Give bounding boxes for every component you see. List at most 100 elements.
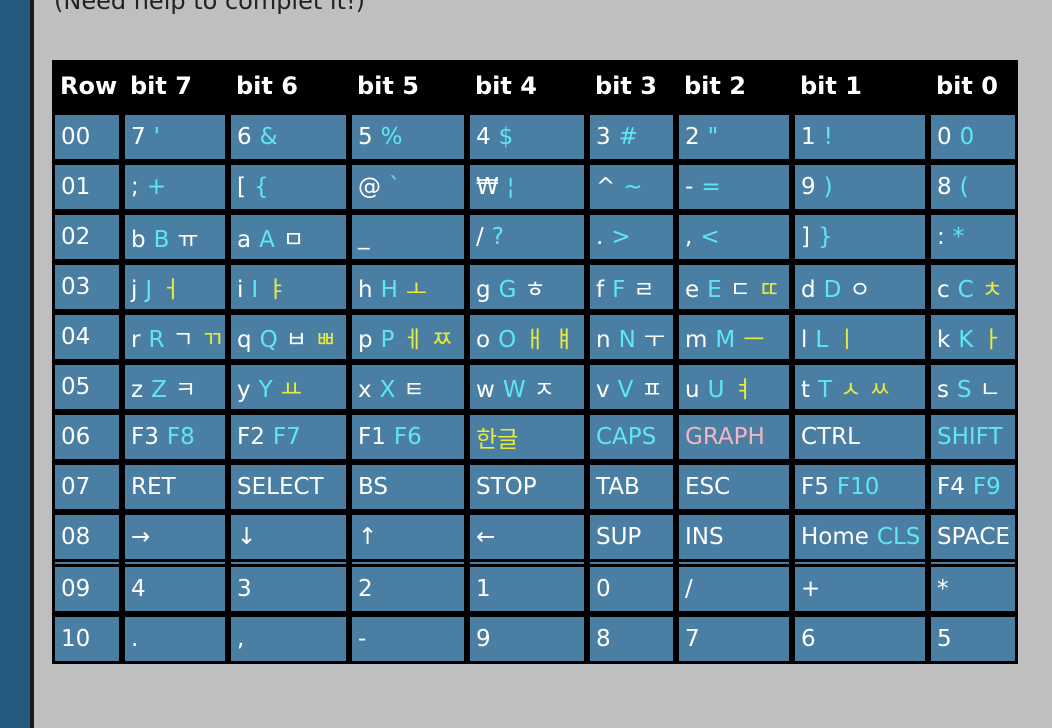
key-legend: ㄱ — [172, 327, 194, 353]
key-legend: ㅈ — [533, 377, 555, 403]
key-cell: STOP — [467, 462, 587, 512]
header-bit-4: bit 4 — [475, 72, 537, 100]
key-legend: : — [937, 224, 945, 250]
key-legend: r — [131, 327, 141, 353]
key-legend: * — [937, 576, 949, 602]
key-cell: rRㄱㄲ — [122, 312, 228, 362]
key-cell: SPACE — [928, 512, 1018, 562]
key-legend: ` — [389, 174, 401, 200]
key-legend: Y — [258, 377, 273, 403]
table-row: 05 z Z ㅋ y Y ㅛ x X ㅌ w W ㅈ v V ㅍ u U ㅕ t T ㅅㅆ s S ㄴ — [52, 362, 1018, 412]
key-legend: " — [707, 124, 719, 150]
key-legend: ㅏ — [981, 327, 1003, 353]
key-legend: ㅐ — [524, 327, 546, 353]
key-cell: . — [122, 614, 228, 664]
key-legend: b — [131, 227, 146, 253]
key-legend: i — [237, 277, 244, 303]
key-legend: $ — [498, 124, 514, 150]
key-cell: qQㅂㅃ — [228, 312, 349, 362]
key-cell: : * — [928, 212, 1018, 262]
key-legend: . — [131, 626, 139, 652]
key-legend: 0 — [959, 124, 975, 150]
key-legend: M — [715, 327, 736, 353]
key-legend: ㅂ — [285, 327, 307, 353]
key-cell: wWㅈ — [467, 362, 587, 412]
key-cell: cCㅊ — [928, 262, 1018, 312]
key-cell: gGㅎ — [467, 262, 587, 312]
left-sidebar-strip — [0, 0, 30, 728]
key-cell: kKㅏ — [928, 312, 1018, 362]
key-legend: SHIFT — [937, 424, 1003, 450]
key-legend: ㅇ — [849, 277, 871, 303]
key-cell: ↑ — [349, 512, 467, 562]
key-legend: F3 — [131, 424, 159, 450]
key-legend: SPACE — [937, 524, 1010, 550]
key-cell: SUP — [587, 512, 676, 562]
key-cell: ₩ ¦ — [467, 162, 587, 212]
key-cell: RET — [122, 462, 228, 512]
key-legend: s — [937, 377, 949, 403]
key-legend: ㅃ — [314, 327, 337, 353]
key-legend: = — [701, 174, 721, 200]
key-legend: c — [937, 277, 950, 303]
table-row: 08 → ↓ ↑ ← SUP INS Home CLS SPACE — [52, 512, 1018, 562]
key-legend: CLS — [876, 524, 921, 550]
key-legend: E — [707, 277, 722, 303]
key-cell: - = — [676, 162, 792, 212]
key-legend: f — [596, 277, 605, 303]
key-legend: W — [502, 377, 526, 403]
key-legend: ~ — [623, 174, 643, 200]
key-legend: C — [957, 277, 974, 303]
key-legend: 한글 — [476, 427, 519, 453]
key-cell: aAㅁ — [228, 212, 349, 262]
key-legend: J — [145, 277, 153, 303]
key-legend: ↑ — [358, 524, 378, 550]
key-legend: SELECT — [237, 474, 324, 500]
key-cell: TAB — [587, 462, 676, 512]
key-cell: 4 — [122, 564, 228, 614]
key-cell: 2 — [349, 564, 467, 614]
key-cell: BS — [349, 462, 467, 512]
key-legend: , — [237, 626, 245, 652]
key-cell: uUㅕ — [676, 362, 792, 412]
key-cell: lLㅣ — [792, 312, 928, 362]
key-cell: , < — [676, 212, 792, 262]
key-legend: X — [379, 377, 396, 403]
key-cell: * — [928, 564, 1018, 614]
key-cell: [{ — [228, 162, 349, 212]
key-legend: U — [707, 377, 725, 403]
key-legend: < — [700, 224, 720, 250]
key-legend: * — [952, 224, 965, 250]
key-legend: o — [476, 327, 491, 353]
key-legend: TAB — [596, 474, 640, 500]
key-cell: 8( — [928, 162, 1018, 212]
table-row: 04 r R ㄱㄲ q Q ㅂㅃ p P ㅔㅉ o O ㅐㅒ n N ㅜ m M ㅡ l L ㅣ k K ㅏ — [52, 312, 1018, 362]
key-legend: x — [358, 377, 372, 403]
key-cell: fFㄹ — [587, 262, 676, 312]
key-legend: ㅣ — [836, 327, 858, 353]
key-legend: Home — [801, 524, 869, 550]
key-legend: n — [596, 327, 611, 353]
key-legend: ㅌ — [403, 377, 425, 403]
key-legend: ㅉ — [431, 327, 453, 353]
key-cell: jJㅓ — [122, 262, 228, 312]
key-legend: ㅓ — [160, 277, 182, 303]
key-legend: - — [685, 174, 694, 200]
key-cell: + — [792, 564, 928, 614]
key-cell: 9) — [792, 162, 928, 212]
key-legend: l — [801, 327, 808, 353]
key-legend: A — [259, 227, 275, 253]
left-sidebar-border — [30, 0, 34, 728]
key-legend: p — [358, 327, 373, 353]
key-cell: 00 — [928, 112, 1018, 162]
table-row: 01; +[{@ ` ₩ ¦ ^ ~ - = 9) 8( — [52, 162, 1018, 212]
table-row: 07 RET SELECT BS STOP TAB ESC F5 F10 F4 F9 — [52, 462, 1018, 512]
key-legend: ㄴ — [979, 377, 1001, 403]
key-cell: 한글 — [467, 412, 587, 462]
key-cell: - — [349, 614, 467, 664]
key-cell: 2 " — [676, 112, 792, 162]
row-number-cell: 00 — [52, 112, 122, 162]
key-legend: I — [251, 277, 259, 303]
key-legend: 7 — [131, 124, 146, 150]
key-cell: 0 — [587, 564, 676, 614]
